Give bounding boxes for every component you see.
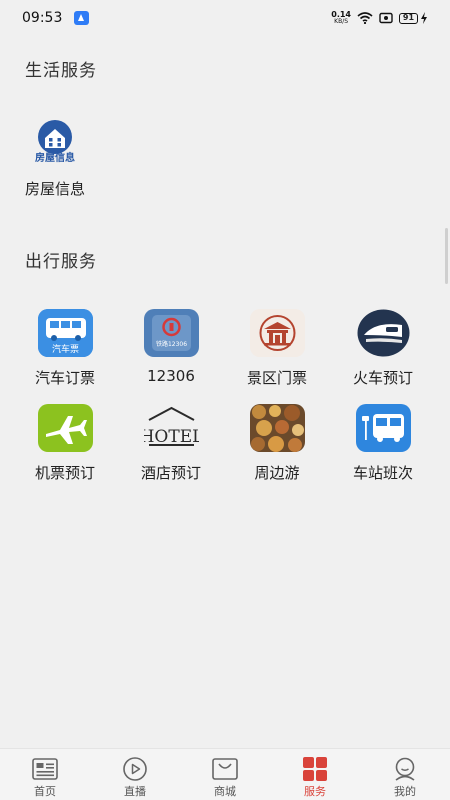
home-icon (32, 756, 58, 781)
status-bar: 09:53 0.14 KB/S 91 (0, 0, 450, 36)
airplane-icon (37, 404, 93, 452)
tab-home[interactable]: 首页 (0, 749, 90, 800)
service-item-scenic-ticket[interactable]: 景区门票 (224, 309, 330, 404)
service-item-hotel-booking[interactable]: HOTEL 酒店预订 (118, 404, 224, 499)
bus-station-icon (355, 404, 411, 452)
service-item-label: 房屋信息 (24, 180, 85, 198)
hotel-icon: HOTEL (144, 404, 199, 452)
service-item-label: 酒店预订 (140, 464, 201, 482)
bus-ticket-icon-text: 汽车票 (51, 343, 78, 355)
service-item-train-booking[interactable]: 火车预订 (330, 309, 436, 404)
tab-label: 直播 (124, 785, 146, 798)
bottom-tab-bar: 首页 直播 商城 服务 我的 (0, 748, 450, 800)
shopping-bag-icon (212, 756, 238, 781)
profile-icon (392, 756, 418, 781)
tab-profile[interactable]: 我的 (360, 749, 450, 800)
status-time: 09:53 (22, 10, 63, 26)
service-item-flight-booking[interactable]: 机票预订 (12, 404, 118, 499)
service-item-bus-ticket[interactable]: 汽车票 汽车订票 (12, 309, 118, 404)
service-item-station-schedule[interactable]: 车站班次 (330, 404, 436, 499)
tab-label: 商城 (214, 785, 236, 798)
house-info-icon: 房屋信息 (35, 120, 75, 164)
network-speed: 0.14 KB/S (331, 10, 351, 26)
scenic-gate-icon (249, 309, 305, 357)
app-store-icon (74, 11, 90, 25)
battery-level: 91 (399, 12, 418, 24)
play-icon (122, 756, 148, 781)
wifi-icon (357, 12, 373, 24)
tab-label: 我的 (394, 785, 416, 798)
service-item-house-info[interactable]: 房屋信息 房屋信息 (15, 118, 95, 199)
battery-indicator: 91 (399, 12, 428, 24)
network-speed-value: 0.14 (331, 10, 351, 19)
service-item-12306[interactable]: 铁路12306 12306 (118, 309, 224, 404)
travel-services-grid: 汽车票 汽车订票 铁路12306 12306 景区门票 火车预订 机票预订 HO… (12, 309, 438, 499)
tab-services[interactable]: 服务 (270, 749, 360, 800)
charging-icon (421, 12, 427, 24)
status-indicators: 0.14 KB/S 91 (331, 11, 428, 25)
tab-mall[interactable]: 商城 (180, 749, 270, 800)
food-photo-icon (249, 404, 305, 452)
screen-record-icon (379, 12, 393, 24)
service-item-nearby-tour[interactable]: 周边游 (224, 404, 330, 499)
railway-12306-icon-text: 铁路12306 (155, 340, 186, 348)
service-item-label: 景区门票 (246, 369, 307, 387)
service-item-label: 汽车订票 (34, 369, 95, 387)
service-item-label: 周边游 (254, 464, 300, 482)
life-services-title: 生活服务 (25, 61, 97, 81)
train-icon (356, 309, 411, 357)
railway-12306-icon: 铁路12306 (143, 309, 199, 357)
service-item-label: 车站班次 (352, 464, 413, 482)
scrollbar-thumb[interactable] (445, 228, 448, 284)
tab-label: 服务 (304, 785, 326, 798)
network-speed-unit: KB/S (334, 18, 349, 25)
travel-services-title: 出行服务 (25, 252, 97, 272)
service-item-label: 12306 (147, 367, 195, 385)
service-item-label: 火车预订 (352, 369, 413, 387)
tab-live[interactable]: 直播 (90, 749, 180, 800)
house-info-icon-text: 房屋信息 (35, 151, 75, 164)
bus-ticket-icon: 汽车票 (37, 309, 93, 357)
tab-label: 首页 (34, 785, 56, 798)
service-item-label: 机票预订 (34, 464, 95, 482)
services-grid-icon (302, 756, 328, 781)
